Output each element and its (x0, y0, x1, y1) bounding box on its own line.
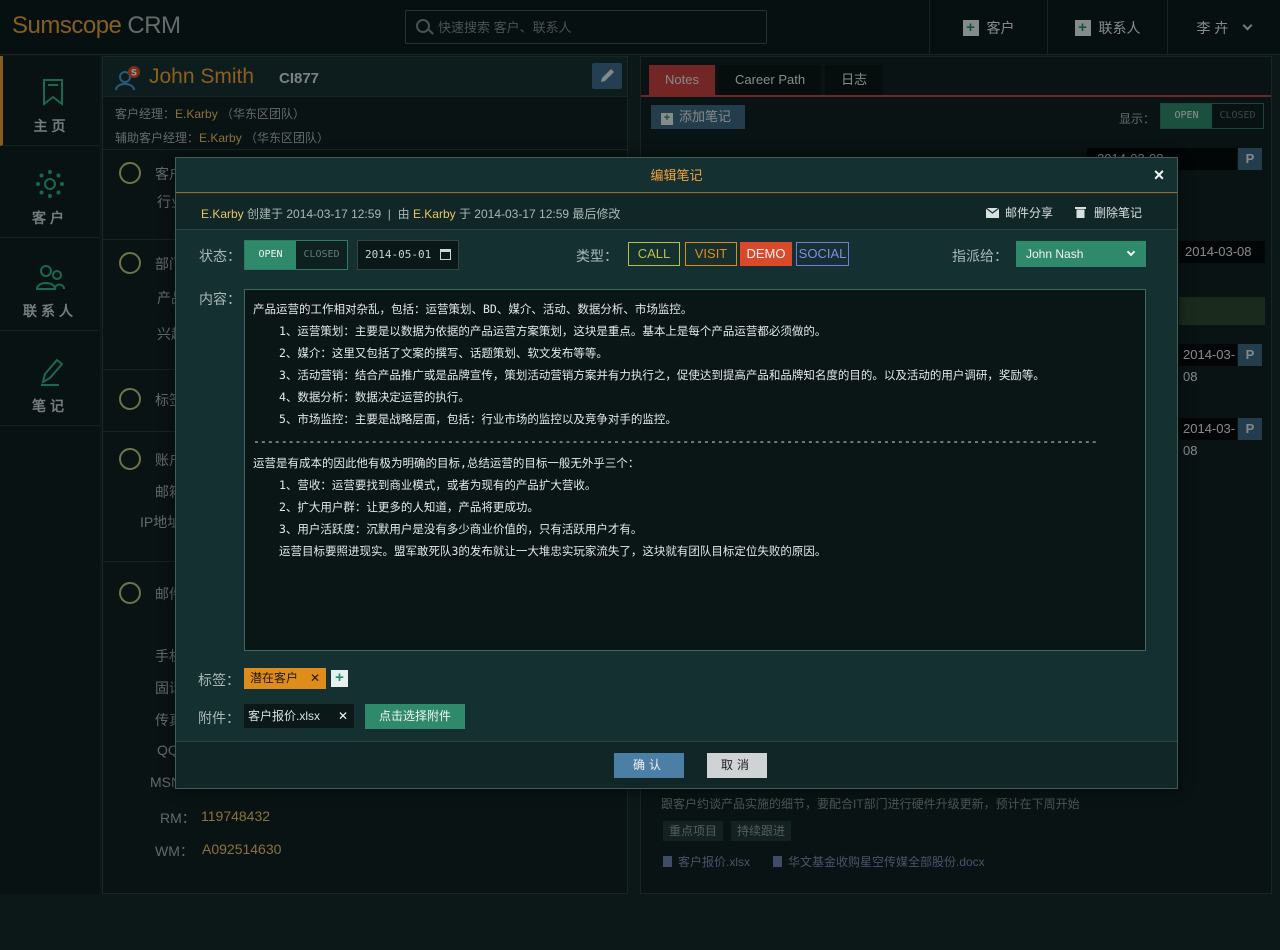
calendar-icon (440, 249, 451, 260)
assignee-select[interactable]: John Nash (1016, 241, 1146, 267)
modal-title: 编辑笔记 (176, 158, 1177, 193)
content-label: 内容： (199, 291, 241, 307)
date-input[interactable]: 2014-05-01 (357, 240, 459, 270)
delete-note-button[interactable]: 删除笔记 (1075, 204, 1142, 221)
type-demo-button[interactable]: DEMO (740, 242, 792, 266)
confirm-button[interactable]: 确认 (614, 753, 684, 778)
add-tag-button[interactable]: + (331, 670, 348, 687)
trash-icon (1075, 207, 1086, 218)
modal-footer: 确认 取消 (176, 741, 1177, 788)
note-meta: E.Karby 创建于 2014-03-17 12:59 | 由 E.Karby… (176, 194, 1177, 230)
status-toggle: OPEN CLOSED (244, 240, 348, 270)
status-closed-option[interactable]: CLOSED (296, 241, 347, 269)
note-history: E.Karby 创建于 2014-03-17 12:59 | 由 E.Karby… (201, 207, 621, 221)
attachment-label: 附件： (198, 710, 240, 726)
status-label: 状态： (199, 248, 241, 264)
assign-label: 指派给： (952, 248, 1008, 264)
type-visit-button[interactable]: VISIT (685, 242, 737, 266)
type-call-button[interactable]: CALL (628, 242, 680, 266)
close-icon[interactable]: × (1151, 166, 1167, 184)
attachment-chip: 客户报价.xlsx ✕ (244, 704, 354, 728)
type-social-button[interactable]: SOCIAL (796, 242, 849, 266)
tags-label: 标签： (198, 672, 240, 688)
choose-attachment-button[interactable]: 点击选择附件 (365, 704, 465, 729)
type-label: 类型： (576, 248, 618, 264)
chevron-down-icon (1126, 247, 1136, 257)
tag-chip: 潜在客户 ✕ (244, 668, 327, 689)
status-open-option[interactable]: OPEN (245, 241, 296, 269)
cancel-button[interactable]: 取消 (707, 753, 767, 778)
edit-note-modal: 编辑笔记 × E.Karby 创建于 2014-03-17 12:59 | 由 … (175, 157, 1178, 789)
note-content-editor[interactable]: 产品运营的工作相对杂乱，包括：运营策划、BD、媒介、活动、数据分析、市场监控。 … (244, 289, 1146, 651)
share-by-mail-button[interactable]: 邮件分享 (985, 204, 1053, 221)
remove-tag-icon[interactable]: ✕ (310, 668, 320, 689)
mail-icon (985, 207, 1000, 218)
remove-attachment-icon[interactable]: ✕ (338, 704, 348, 728)
